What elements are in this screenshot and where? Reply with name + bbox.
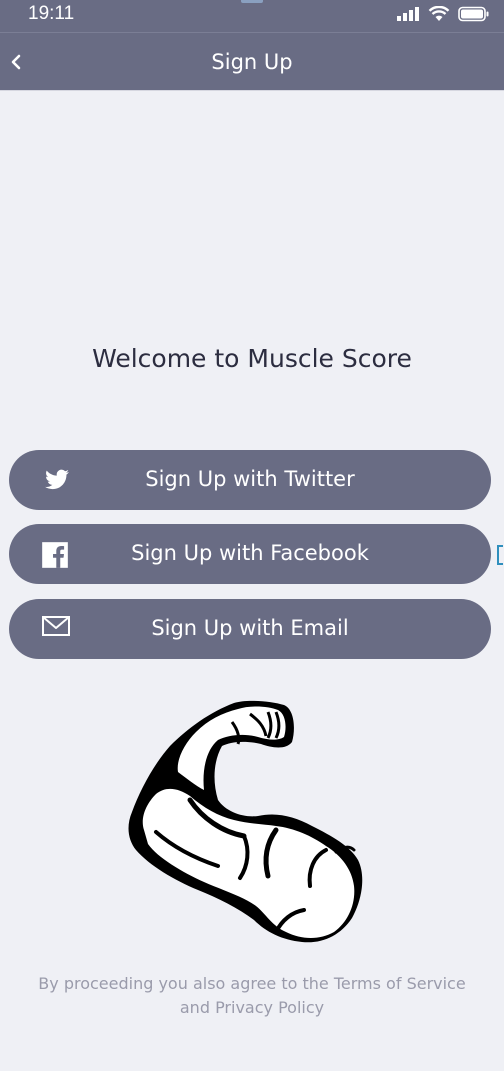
nav-bar: Sign Up xyxy=(0,32,504,91)
signal-icon xyxy=(397,7,419,21)
status-time: 19:11 xyxy=(28,3,75,24)
battery-icon xyxy=(458,6,489,22)
status-bar: 19:11 xyxy=(0,0,504,32)
welcome-heading: Welcome to Muscle Score xyxy=(92,344,412,373)
page-title: Sign Up xyxy=(211,50,293,74)
sign-up-facebook-label: Sign Up with Facebook xyxy=(131,541,369,565)
sign-up-email-button[interactable]: Sign Up with Email xyxy=(9,599,491,659)
terms-line-1: By proceeding you also agree to the Term… xyxy=(38,974,466,993)
sign-up-twitter-label: Sign Up with Twitter xyxy=(145,467,355,491)
flexed-arm-icon xyxy=(128,700,363,943)
status-icons xyxy=(396,6,490,22)
wifi-icon xyxy=(428,6,450,21)
edge-marker xyxy=(497,545,503,565)
sign-up-email-label: Sign Up with Email xyxy=(151,616,349,640)
sign-up-twitter-button[interactable]: Sign Up with Twitter xyxy=(9,450,491,510)
notch-indicator xyxy=(241,0,263,3)
sign-up-facebook-button[interactable]: Sign Up with Facebook xyxy=(9,524,491,584)
terms-notice: By proceeding you also agree to the Term… xyxy=(30,972,474,1020)
terms-line-2: and Privacy Policy xyxy=(179,998,325,1017)
